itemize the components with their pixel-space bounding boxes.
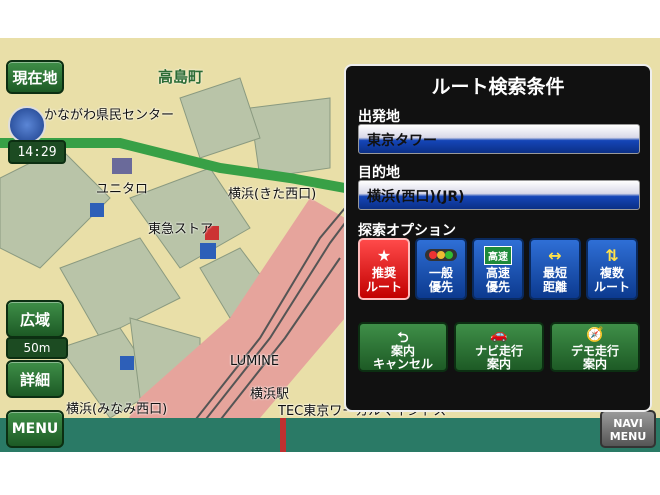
destination-label: 目的地 <box>358 165 400 181</box>
current-location-button[interactable]: 現在地 <box>6 60 64 94</box>
option-label: 最短 距離 <box>542 266 567 294</box>
multi-route-icon: ⇅ <box>605 245 619 265</box>
zoom-detail-button[interactable]: 詳細 <box>6 360 64 398</box>
action-label: 案内 キャンセル <box>372 344 433 371</box>
action-label: デモ走行 案内 <box>570 344 619 371</box>
map-label-civic-center: かながわ県民センター <box>44 108 175 123</box>
compass-icon[interactable] <box>8 106 46 144</box>
destination-value: 横浜(西口)(JR) <box>367 189 465 205</box>
traffic-signal-icon <box>417 244 465 266</box>
map-label-yokohama-kita: 横浜(きた西口) <box>228 187 317 202</box>
departure-field[interactable]: 東京タワー <box>358 124 640 154</box>
navi-drive-button[interactable]: 🚗 ナビ走行 案内 <box>454 322 544 372</box>
zoom-wide-button[interactable]: 広域 <box>6 300 64 338</box>
option-multiple-button[interactable]: ⇅ 複数 ルート <box>586 238 638 300</box>
highway-icon-text: 高速 <box>484 245 512 265</box>
map-label-station-area: 高島町 <box>158 68 204 86</box>
option-highway-button[interactable]: 高速 高速 優先 <box>472 238 524 300</box>
option-label: 高速 優先 <box>485 266 510 294</box>
map-label-lumine: LUMINE <box>230 354 280 369</box>
panel-title: ルート検索条件 <box>431 76 565 98</box>
arrow-both-icon: ↔ <box>548 245 562 265</box>
star-icon: ★ <box>376 245 392 265</box>
map-label-yunitaro: ユニタロ <box>96 182 149 197</box>
option-label: 一般 優先 <box>428 266 453 294</box>
demo-drive-button[interactable]: 🧭 デモ走行 案内 <box>550 322 640 372</box>
navi-menu-button[interactable]: NAVI MENU <box>600 410 656 448</box>
map-label-tokyu: 東急ストア <box>148 222 214 237</box>
navi-menu-label: NAVI MENU <box>609 417 647 443</box>
option-shortest-button[interactable]: ↔ 最短 距離 <box>529 238 581 300</box>
highway-icon: 高速 <box>474 244 522 266</box>
departure-label: 出発地 <box>358 109 400 125</box>
cancel-guidance-button[interactable]: ⮌ 案内 キャンセル <box>358 322 448 372</box>
option-general-road-button[interactable]: 一般 優先 <box>415 238 467 300</box>
menu-button[interactable]: MENU <box>6 410 64 448</box>
destination-field[interactable]: 横浜(西口)(JR) <box>358 180 640 210</box>
action-label: ナビ走行 案内 <box>474 344 523 371</box>
car-icon: 🚗 <box>490 327 508 343</box>
departure-value: 東京タワー <box>367 133 437 149</box>
navigation-screen: 高島町 かながわ県民センター ユニタロ 横浜(きた西口) 東急ストア LUMIN… <box>0 38 660 452</box>
option-label: 推奨 ルート <box>365 266 402 294</box>
map-label-yokohama-minami: 横浜(みなみ西口) <box>66 402 168 417</box>
option-recommended-button[interactable]: ★ 推奨 ルート <box>358 238 410 300</box>
options-label: 探索オプション <box>358 223 456 239</box>
return-icon: ⮌ <box>397 330 409 346</box>
route-search-panel: ルート検索条件 出発地 東京タワー 目的地 横浜(西口)(JR) 探索オプション… <box>344 64 652 412</box>
compass-needle-icon: 🧭 <box>586 327 604 343</box>
map-scale: 50m <box>6 337 68 359</box>
clock: 14:29 <box>8 140 66 164</box>
option-label: 複数 ルート <box>593 266 630 294</box>
